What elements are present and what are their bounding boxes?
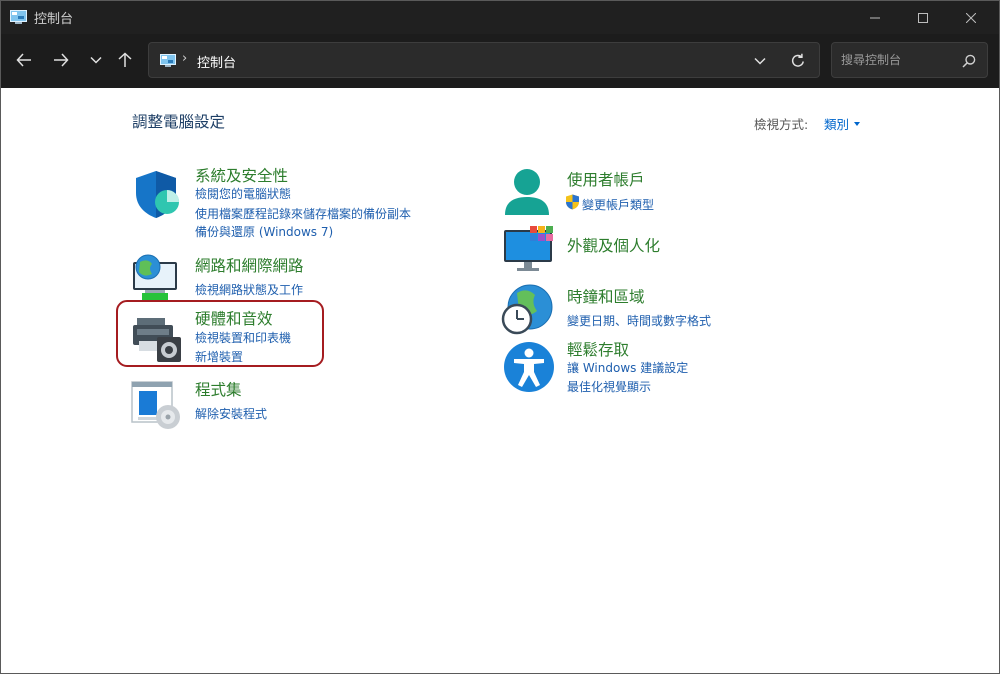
forward-button[interactable] xyxy=(47,46,75,74)
search-input[interactable] xyxy=(841,51,951,69)
close-button[interactable] xyxy=(948,1,994,34)
category-user-accounts[interactable]: 使用者帳戶 xyxy=(567,168,645,190)
navigation-toolbar: › 控制台 xyxy=(1,34,999,88)
view-by-dropdown[interactable]: 類別 xyxy=(824,114,861,133)
link-network-status-tasks[interactable]: 檢視網路狀態及工作 xyxy=(195,281,303,298)
title-bar[interactable]: 控制台 xyxy=(1,1,999,34)
ease-of-access-icon xyxy=(504,342,554,392)
appearance-personalization-icon xyxy=(504,226,553,271)
link-optimize-visual-display[interactable]: 最佳化視覺顯示 xyxy=(567,378,651,395)
maximize-icon xyxy=(918,12,928,23)
view-by-value[interactable]: 類別 xyxy=(824,114,849,133)
link-backup-restore[interactable]: 備份與還原 (Windows 7) xyxy=(195,223,333,240)
back-button[interactable] xyxy=(10,46,38,74)
address-history-button[interactable] xyxy=(751,53,769,69)
link-review-computer-status[interactable]: 檢閱您的電腦狀態 xyxy=(195,185,291,202)
programs-icon xyxy=(131,381,180,429)
highlight-outline xyxy=(116,300,324,367)
category-system-security[interactable]: 系統及安全性 xyxy=(195,164,288,186)
uac-shield-icon xyxy=(566,194,579,210)
breadcrumb-separator[interactable]: › xyxy=(182,51,187,66)
window-title: 控制台 xyxy=(34,12,74,27)
search-box[interactable] xyxy=(831,42,988,78)
link-change-date-time-format[interactable]: 變更日期、時間或數字格式 xyxy=(567,312,711,329)
control-panel-icon xyxy=(10,10,27,24)
category-network-internet[interactable]: 網路和網際網路 xyxy=(195,254,304,276)
category-appearance-personalization[interactable]: 外觀及個人化 xyxy=(567,234,660,256)
view-by-label: 檢視方式: xyxy=(754,117,809,132)
search-button[interactable] xyxy=(960,52,978,70)
up-button[interactable] xyxy=(111,46,139,74)
close-icon xyxy=(966,12,976,23)
link-file-history-backup[interactable]: 使用檔案歷程記錄來儲存檔案的備份副本 xyxy=(195,205,411,222)
clock-region-icon xyxy=(501,284,553,335)
refresh-icon xyxy=(791,53,804,67)
search-icon xyxy=(962,54,976,68)
link-let-windows-suggest-settings[interactable]: 讓 Windows 建議設定 xyxy=(567,359,688,376)
chevron-down-icon xyxy=(90,56,102,64)
chevron-down-icon xyxy=(754,57,766,65)
breadcrumb[interactable]: 控制台 xyxy=(197,52,236,71)
refresh-button[interactable] xyxy=(787,50,809,72)
user-accounts-icon xyxy=(505,169,549,215)
control-panel-icon xyxy=(160,54,176,67)
arrow-left-icon xyxy=(16,53,31,67)
category-programs[interactable]: 程式集 xyxy=(195,378,242,400)
network-globe-icon xyxy=(133,254,177,300)
maximize-button[interactable] xyxy=(900,1,946,34)
link-change-account-type[interactable]: 變更帳戶類型 xyxy=(582,196,654,213)
link-uninstall-program[interactable]: 解除安裝程式 xyxy=(195,405,267,422)
address-bar[interactable]: › 控制台 xyxy=(148,42,820,78)
minimize-icon xyxy=(870,17,880,18)
minimize-button[interactable] xyxy=(852,1,898,34)
arrow-up-icon xyxy=(118,52,132,67)
category-ease-of-access[interactable]: 輕鬆存取 xyxy=(567,338,629,360)
control-panel-window: 控制台 › 控制台 搜尋控制台 調整電腦設定 檢視方式: 類別 系統及安全性 檢… xyxy=(0,0,1000,674)
recent-locations-button[interactable] xyxy=(82,46,110,74)
category-clock-region[interactable]: 時鐘和區域 xyxy=(567,285,645,307)
system-security-shield-icon xyxy=(136,171,179,218)
arrow-right-icon xyxy=(54,53,69,67)
caret-down-icon xyxy=(854,122,861,126)
page-title: 調整電腦設定 xyxy=(132,113,226,131)
